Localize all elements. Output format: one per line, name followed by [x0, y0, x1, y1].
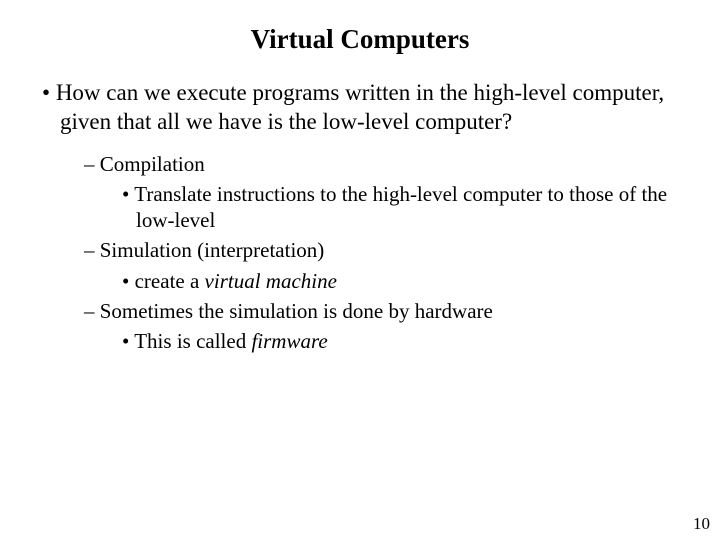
page-number: 10 — [693, 514, 710, 534]
sub-item-compilation-detail: Translate instructions to the high-level… — [20, 181, 700, 234]
italic-term-virtual-machine: virtual machine — [205, 269, 337, 293]
main-bullet: How can we execute programs written in t… — [20, 79, 700, 137]
text-prefix: create a — [135, 269, 205, 293]
sub-item-simulation: Simulation (interpretation) — [20, 237, 700, 263]
text-prefix: This is called — [134, 329, 251, 353]
sub-item-hardware: Sometimes the simulation is done by hard… — [20, 298, 700, 324]
sub-item-compilation: Compilation — [20, 151, 700, 177]
slide-title: Virtual Computers — [20, 24, 700, 55]
italic-term-firmware: firmware — [251, 329, 327, 353]
sub-item-hardware-detail: This is called firmware — [20, 328, 700, 354]
sub-item-simulation-detail: create a virtual machine — [20, 268, 700, 294]
